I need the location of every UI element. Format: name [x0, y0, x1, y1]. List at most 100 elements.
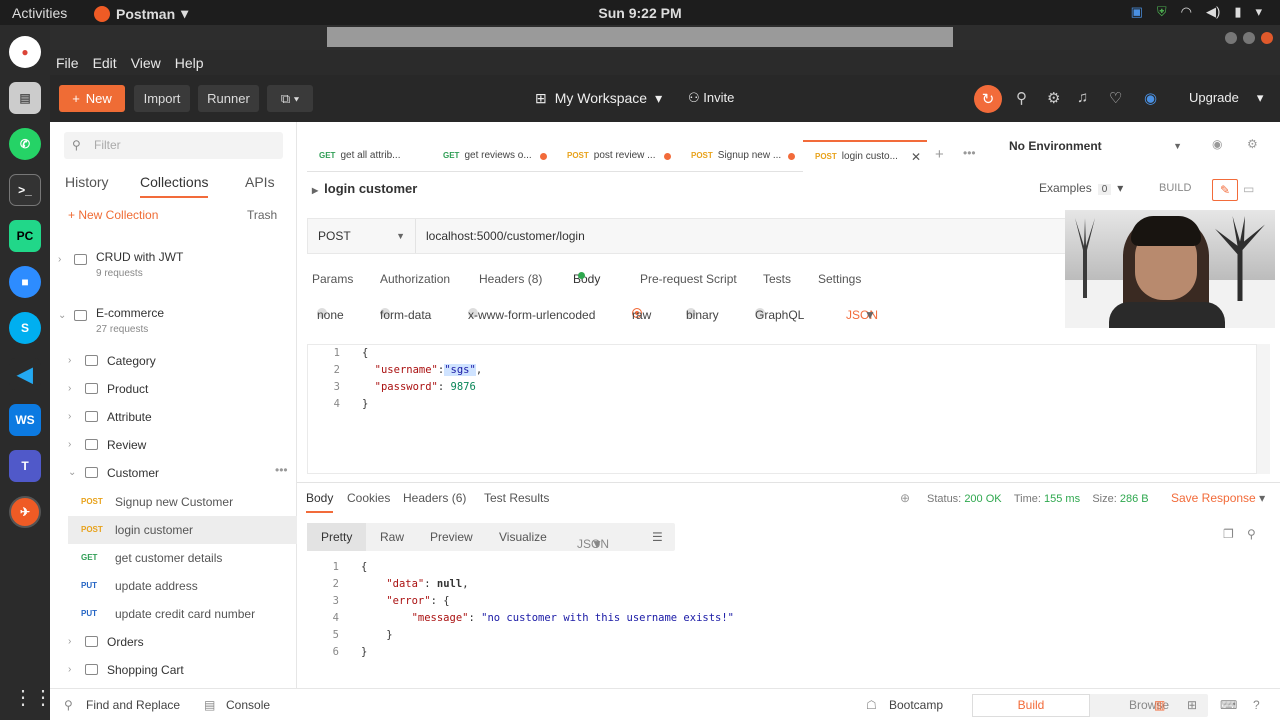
- tab-response-cookies[interactable]: Cookies: [347, 491, 390, 505]
- wifi-icon[interactable]: ◠: [1181, 4, 1192, 20]
- upgrade-button[interactable]: Upgrade ▾: [1189, 90, 1263, 106]
- request-body-editor[interactable]: 1 { 2 "username":"sgs", 3 "password": 98…: [307, 344, 1257, 474]
- notifications-bell-icon[interactable]: ♫: [1077, 89, 1088, 106]
- whatsapp-icon[interactable]: ✆: [9, 128, 41, 160]
- new-button[interactable]: + New: [59, 85, 125, 112]
- console-button[interactable]: Console: [226, 698, 270, 712]
- folder-category[interactable]: › Category: [50, 347, 297, 375]
- request-update-credit-card-number[interactable]: PUT update credit card number: [68, 600, 297, 628]
- power-menu-icon[interactable]: ▾: [1255, 4, 1262, 20]
- size-value[interactable]: 286 B: [1120, 493, 1149, 505]
- shield-tray-icon[interactable]: ⛨: [1157, 4, 1167, 20]
- volume-icon[interactable]: ◀): [1206, 4, 1220, 20]
- request-title[interactable]: ▶ login customer: [312, 181, 417, 196]
- clock[interactable]: Sun 9:22 PM: [0, 5, 1280, 21]
- skype-icon[interactable]: S: [9, 312, 41, 344]
- menu-help[interactable]: Help: [175, 55, 204, 71]
- bootcamp-icon[interactable]: ☖: [866, 698, 877, 712]
- search-icon[interactable]: ⚲: [64, 698, 73, 712]
- tab-test-results[interactable]: Test Results: [484, 491, 549, 505]
- sync-icon[interactable]: ↻: [974, 85, 1002, 113]
- tab-apis[interactable]: APIs: [245, 174, 275, 190]
- collection-crud-with-jwt[interactable]: › CRUD with JWT 9 requests: [50, 246, 297, 296]
- tab-authorization[interactable]: Authorization: [380, 272, 450, 286]
- folder-review[interactable]: › Review: [50, 431, 297, 459]
- request-tab[interactable]: POST post review ...: [555, 140, 679, 172]
- tab-history[interactable]: History: [65, 174, 109, 190]
- request-get-customer-details[interactable]: GET get customer details: [68, 544, 297, 572]
- tab-settings[interactable]: Settings: [818, 272, 861, 286]
- terminal-icon[interactable]: >_: [9, 174, 41, 206]
- collection-e-commerce[interactable]: ⌄ E-commerce 27 requests: [50, 302, 297, 352]
- two-pane-layout-icon[interactable]: ▥: [1154, 698, 1165, 712]
- tab-headers[interactable]: Headers (8): [479, 272, 542, 286]
- build-mode-button[interactable]: Build: [972, 694, 1090, 717]
- filter-input[interactable]: ⚲ Filter: [64, 132, 283, 159]
- tab-response-headers[interactable]: Headers (6): [403, 491, 466, 505]
- import-button[interactable]: Import: [134, 85, 190, 112]
- request-tab-active[interactable]: POST login custo... ✕: [803, 140, 927, 172]
- folder-product[interactable]: › Product: [50, 375, 297, 403]
- url-input[interactable]: localhost:5000/customer/login: [426, 219, 585, 253]
- more-options-icon[interactable]: •••: [275, 463, 288, 477]
- copy-icon[interactable]: ❐: [1223, 527, 1234, 541]
- status-value[interactable]: 200 OK: [964, 493, 1001, 505]
- tab-tests[interactable]: Tests: [763, 272, 791, 286]
- chrome-icon[interactable]: ●: [9, 36, 41, 68]
- battery-icon[interactable]: ▮: [1234, 4, 1241, 20]
- comments-icon[interactable]: ▭: [1243, 182, 1254, 196]
- satellite-icon[interactable]: ⚲: [1016, 89, 1027, 107]
- environment-quick-look-eye-icon[interactable]: ◉: [1212, 137, 1222, 151]
- invite-button[interactable]: ⚇ Invite: [688, 90, 734, 106]
- vscode-icon[interactable]: ◀: [9, 358, 41, 390]
- request-signup-new-customer[interactable]: POST Signup new Customer: [68, 488, 297, 516]
- view-raw[interactable]: Raw: [380, 530, 404, 544]
- tab-response-body[interactable]: Body: [306, 491, 334, 513]
- pycharm-icon[interactable]: PC: [9, 220, 41, 252]
- workspace-switcher[interactable]: ⊞ My Workspace ▾: [535, 90, 662, 107]
- find-and-replace-button[interactable]: Find and Replace: [86, 698, 180, 712]
- view-pretty[interactable]: Pretty: [307, 523, 367, 551]
- request-tab[interactable]: POST Signup new ...: [679, 140, 803, 172]
- user-avatar[interactable]: ◉: [1144, 89, 1157, 107]
- new-collection-button[interactable]: + New Collection: [68, 208, 158, 222]
- globe-icon[interactable]: ⊕: [900, 491, 910, 505]
- environment-select[interactable]: No Environment ▼: [999, 134, 1192, 159]
- response-body-code[interactable]: 1 { 2 "data": null, 3 "error": { 4 "mess…: [307, 559, 1257, 677]
- maximize-window-icon[interactable]: [1243, 32, 1255, 44]
- new-tab-plus-icon[interactable]: +: [935, 146, 944, 163]
- keyboard-shortcuts-icon[interactable]: ⊞: [1187, 698, 1197, 712]
- edit-pencil-icon[interactable]: ✎: [1212, 179, 1238, 201]
- request-update-address[interactable]: PUT update address: [68, 572, 297, 600]
- console-icon[interactable]: ▤: [204, 698, 215, 712]
- folder-customer[interactable]: ⌄ Customer •••: [50, 459, 297, 487]
- runner-button[interactable]: Runner: [198, 85, 259, 112]
- wrap-lines-icon[interactable]: ☰: [652, 530, 663, 544]
- folder-attribute[interactable]: › Attribute: [50, 403, 297, 431]
- folder-shopping-cart[interactable]: › Shopping Cart: [50, 656, 297, 684]
- save-response-button[interactable]: Save Response ▾: [1171, 491, 1265, 505]
- time-value[interactable]: 155 ms: [1044, 493, 1080, 505]
- method-select[interactable]: POST ▼: [308, 219, 416, 253]
- help-icon[interactable]: ?: [1253, 698, 1260, 712]
- examples-dropdown[interactable]: Examples 0 ▾: [1039, 181, 1123, 195]
- folder-orders[interactable]: › Orders: [50, 628, 297, 656]
- search-icon[interactable]: ⚲: [1247, 527, 1256, 541]
- request-login-customer[interactable]: POST login customer: [68, 516, 297, 544]
- keyboard-icon[interactable]: ⌨: [1220, 698, 1237, 712]
- view-visualize[interactable]: Visualize: [499, 530, 547, 544]
- tab-collections[interactable]: Collections: [140, 174, 209, 198]
- minimize-window-icon[interactable]: [1225, 32, 1237, 44]
- postman-dock-icon[interactable]: ✈: [9, 496, 41, 528]
- menu-file[interactable]: File: [56, 55, 79, 71]
- request-tab[interactable]: GET get all attrib...: [307, 140, 431, 172]
- bootcamp-button[interactable]: Bootcamp: [889, 698, 943, 712]
- trash-button[interactable]: Trash: [247, 208, 277, 222]
- editor-scrollbar[interactable]: [1257, 344, 1270, 474]
- zoom-icon[interactable]: ■: [9, 266, 41, 298]
- request-tab[interactable]: GET get reviews o...: [431, 140, 555, 172]
- teams-icon[interactable]: T: [9, 450, 41, 482]
- system-tray[interactable]: ▣ ⛨ ◠ ◀) ▮ ▾: [1131, 4, 1262, 20]
- settings-gear-icon[interactable]: ⚙: [1047, 89, 1060, 107]
- manage-environments-icon[interactable]: ⚙: [1247, 137, 1258, 151]
